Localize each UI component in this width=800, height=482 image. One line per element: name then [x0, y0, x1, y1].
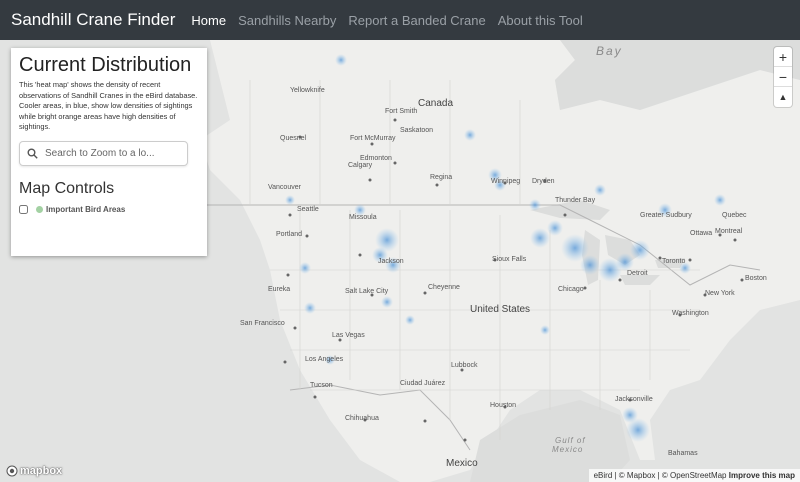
mapbox-logo-text: mapbox — [20, 465, 63, 477]
ottawa-label: Ottawa — [690, 230, 713, 237]
ciudad-juarez-label: Ciudad Juárez — [400, 380, 446, 387]
zoom-out-button[interactable]: − — [774, 67, 792, 87]
toronto-label: Toronto — [662, 258, 686, 265]
brand-title[interactable]: Sandhill Crane Finder — [11, 10, 175, 30]
winnipeg-label: Winnipeg — [491, 178, 521, 185]
portland-label: Portland — [276, 231, 303, 238]
important-bird-areas-label[interactable]: Important Bird Areas — [46, 205, 125, 214]
washington-label: Washington — [672, 310, 709, 317]
missoula-label: Missoula — [349, 214, 377, 221]
mapbox-logo[interactable]: mapbox — [6, 465, 62, 477]
nav-about[interactable]: About this Tool — [498, 13, 583, 28]
mexico-label: Mexico — [446, 458, 478, 469]
nav-report-banded-crane[interactable]: Report a Banded Crane — [348, 13, 485, 28]
detroit-label: Detroit — [627, 270, 648, 277]
gulf-mexico-label: Mexico — [552, 445, 584, 454]
canada-label: Canada — [418, 98, 454, 109]
search-icon — [27, 148, 38, 159]
dryden-label: Dryden — [532, 178, 555, 185]
las-vegas-label: Las Vegas — [332, 332, 365, 339]
improve-map-link[interactable]: Improve this map — [729, 471, 795, 480]
jacksonville-label: Jacksonville — [615, 396, 653, 403]
los-angeles-label: Los Angeles — [305, 356, 344, 363]
legend-dot-icon — [36, 205, 43, 213]
new-york-label: New York — [705, 290, 735, 297]
seattle-label: Seattle — [297, 206, 319, 213]
calgary-label: Calgary — [348, 162, 373, 169]
navbar: Sandhill Crane Finder Home Sandhills Nea… — [0, 0, 800, 40]
attribution: eBird | © Mapbox | © OpenStreetMap Impro… — [588, 469, 800, 482]
zoom-in-button[interactable]: + — [774, 47, 792, 67]
fort-mcmurray-label: Fort McMurray — [350, 135, 396, 142]
jackson-label: Jackson — [378, 258, 404, 265]
distribution-panel: Current Distribution This 'heat map' sho… — [11, 48, 207, 256]
yellowknife-label: Yellowknife — [290, 87, 325, 94]
vancouver-label: Vancouver — [268, 184, 301, 191]
salt-lake-city-label: Salt Lake City — [345, 288, 389, 295]
quebec-label: Quebec — [722, 212, 747, 219]
attribution-text[interactable]: eBird | © Mapbox | © OpenStreetMap — [594, 471, 727, 480]
united-states-label: United States — [470, 304, 531, 315]
regina-label: Regina — [430, 174, 453, 181]
bay-label: Bay — [596, 44, 623, 58]
boston-label: Boston — [745, 275, 767, 282]
important-bird-areas-checkbox[interactable] — [19, 204, 28, 214]
quesnel-label: Quesnel — [280, 135, 307, 142]
mapbox-icon — [6, 465, 18, 477]
saskatoon-label: Saskatoon — [400, 127, 434, 134]
zoom-controls: + − ▲ — [774, 47, 792, 107]
search-input[interactable] — [45, 147, 181, 159]
gulf-label: Gulf of — [555, 436, 586, 445]
nav-sandhills-nearby[interactable]: Sandhills Nearby — [238, 13, 336, 28]
cheyenne-label: Cheyenne — [428, 284, 460, 291]
tucson-label: Tucson — [310, 382, 333, 389]
lubbock-label: Lubbock — [451, 362, 478, 369]
panel-title: Current Distribution — [19, 54, 192, 76]
panel-description: This 'heat map' shows the density of rec… — [19, 80, 198, 132]
edmonton-label: Edmonton — [360, 155, 392, 162]
important-bird-areas-control[interactable]: Important Bird Areas — [19, 204, 199, 214]
thunder-bay-label: Thunder Bay — [555, 197, 596, 204]
nav-home[interactable]: Home — [191, 13, 226, 28]
eureka-label: Eureka — [268, 286, 291, 293]
chihuahua-label: Chihuahua — [345, 415, 379, 422]
greater-sudbury-label: Greater Sudbury — [640, 212, 692, 219]
fort-smith-label: Fort Smith — [385, 108, 418, 115]
search-box[interactable] — [19, 140, 188, 166]
chicago-label: Chicago — [558, 286, 584, 293]
bahamas-label: Bahamas — [668, 450, 698, 457]
compass-button[interactable]: ▲ — [774, 87, 792, 107]
sioux-falls-label: Sioux Falls — [492, 256, 527, 263]
map-controls-title: Map Controls — [19, 179, 115, 197]
houston-label: Houston — [490, 402, 517, 409]
san-francisco-label: San Francisco — [240, 320, 285, 327]
montreal-label: Montreal — [715, 228, 743, 235]
